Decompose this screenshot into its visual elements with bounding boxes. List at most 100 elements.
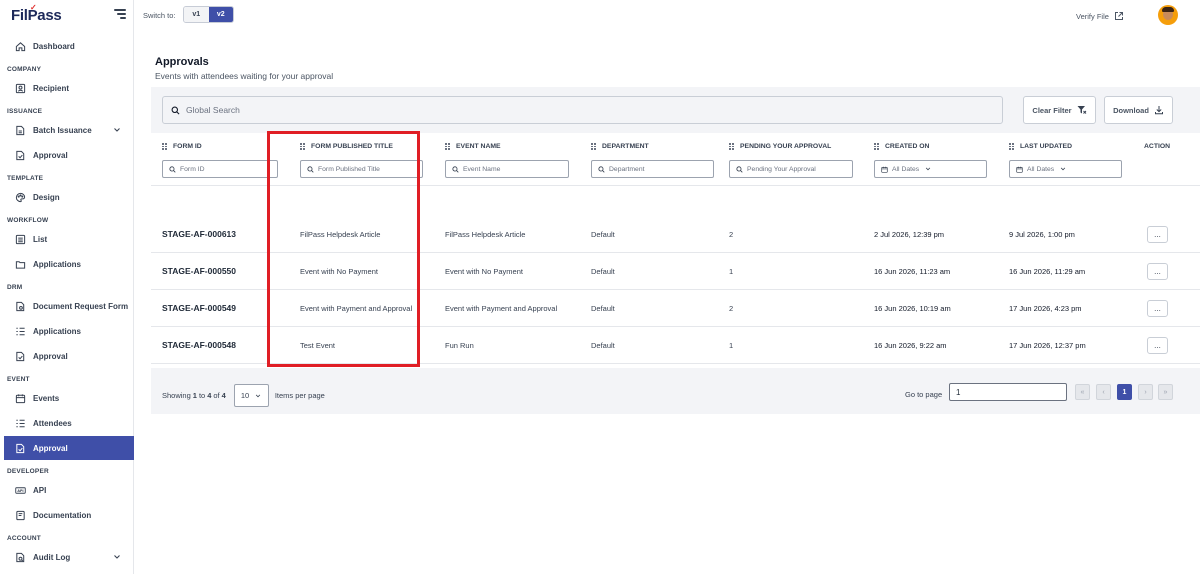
form-title-cell: Event with No Payment	[300, 267, 378, 276]
column-header-action: ACTION	[1144, 143, 1171, 150]
sidebar-item-label: Approval	[33, 150, 68, 160]
approvals-table: FORM ID FORM PUBLISHED TITLE EVENT NAME …	[151, 133, 1200, 368]
department-cell: Default	[591, 230, 615, 239]
topbar: Switch to: v1 v2 Verify File	[134, 0, 1200, 32]
version-v1-button[interactable]: v1	[184, 7, 209, 22]
sidebar-item-label: Applications	[33, 326, 82, 336]
user-avatar[interactable]	[1158, 5, 1178, 25]
chevron-down-icon[interactable]	[113, 553, 121, 561]
column-header-created-on[interactable]: CREATED ON	[874, 143, 929, 150]
chevron-down-icon	[1061, 167, 1066, 171]
pending-count-cell: 1	[729, 341, 734, 350]
items-per-page-label: Items per page	[274, 391, 325, 400]
audit-log-icon	[15, 552, 26, 563]
column-header-last-updated[interactable]: LAST UPDATED	[1009, 143, 1072, 150]
list-icon	[15, 234, 26, 245]
filter-event-name[interactable]: Event Name	[445, 160, 569, 178]
sidebar-item-api[interactable]: API API	[4, 478, 134, 502]
row-actions-button[interactable]: ...	[1147, 337, 1168, 354]
filter-last-updated-dates[interactable]: All Dates	[1009, 160, 1122, 178]
next-page-button[interactable]: ›	[1138, 384, 1153, 400]
verify-file-link[interactable]: Verify File	[1076, 11, 1124, 21]
go-to-page-input[interactable]: 1	[949, 383, 1067, 401]
event-name-cell: Event with Payment and Approval	[445, 304, 558, 313]
sidebar-item-dashboard[interactable]: Dashboard	[4, 34, 134, 58]
sidebar-item-label: Applications	[33, 259, 82, 269]
first-page-button[interactable]: «	[1075, 384, 1090, 400]
sidebar-item-events[interactable]: Events	[4, 386, 134, 410]
filter-created-on-dates[interactable]: All Dates	[874, 160, 987, 178]
sidebar-item-event-approval[interactable]: Approval	[4, 436, 134, 460]
pagination-summary: Showing 1 to 4 of 4 10 Items per page	[162, 384, 325, 407]
sidebar-item-workflow-applications[interactable]: Applications	[4, 252, 134, 276]
drag-handle-icon[interactable]	[445, 143, 450, 150]
search-icon	[169, 165, 176, 173]
form-title-cell: Test Event	[300, 341, 336, 350]
row-actions-button[interactable]: ...	[1147, 300, 1168, 317]
sidebar-item-label: Events	[33, 393, 60, 403]
column-header-pending-approval[interactable]: PENDING YOUR APPROVAL	[729, 143, 831, 150]
sidebar-item-label: Attendees	[33, 418, 72, 428]
filter-form-id[interactable]: Form ID	[162, 160, 278, 178]
checklist-icon	[15, 326, 26, 337]
last-page-button[interactable]: »	[1158, 384, 1173, 400]
logo-check-mark: ✓	[30, 3, 37, 12]
column-header-form-id[interactable]: FORM ID	[162, 143, 202, 150]
sidebar-item-batch-issuance[interactable]: Batch Issuance	[4, 118, 134, 142]
global-search-input[interactable]	[186, 105, 786, 115]
column-header-department[interactable]: DEPARTMENT	[591, 143, 649, 150]
filter-pending-approval[interactable]: Pending Your Approval	[729, 160, 853, 178]
pending-count-cell: 1	[729, 267, 734, 276]
sidebar-section-event: EVENT	[7, 376, 30, 383]
created-on-cell: 16 Jun 2026, 11:23 am	[874, 267, 951, 276]
sidebar-section-company: COMPANY	[7, 66, 42, 73]
approval-document-icon	[15, 150, 26, 161]
drag-handle-icon[interactable]	[300, 143, 305, 150]
items-per-page-select[interactable]: 10	[233, 384, 269, 407]
last-updated-cell: 16 Jun 2026, 11:29 am	[1009, 267, 1086, 276]
created-on-cell: 2 Jul 2026, 12:39 pm	[874, 230, 945, 239]
drag-handle-icon[interactable]	[162, 143, 167, 150]
clear-filter-button[interactable]: Clear Filter	[1023, 96, 1096, 124]
version-v2-button[interactable]: v2	[208, 7, 233, 22]
sidebar-item-drm-approval[interactable]: Approval	[4, 344, 134, 368]
row-actions-button[interactable]: ...	[1147, 226, 1168, 243]
user-box-icon	[15, 83, 26, 94]
column-header-form-published-title[interactable]: FORM PUBLISHED TITLE	[300, 143, 393, 150]
department-cell: Default	[591, 304, 615, 313]
filter-form-published-title[interactable]: Form Published Title	[300, 160, 423, 178]
sidebar-item-recipient[interactable]: Recipient	[4, 76, 134, 100]
go-to-page-label: Go to page	[905, 390, 943, 399]
drag-handle-icon[interactable]	[729, 143, 734, 150]
chevron-down-icon[interactable]	[113, 126, 121, 134]
showing-to-word: to	[198, 391, 206, 400]
filter-department[interactable]: Department	[591, 160, 714, 178]
row-actions-button[interactable]: ...	[1147, 263, 1168, 280]
menu-collapse-icon[interactable]	[114, 9, 126, 19]
sidebar-item-attendees[interactable]: Attendees	[4, 411, 134, 435]
current-page-button[interactable]: 1	[1117, 384, 1132, 400]
filpass-logo[interactable]: FilPass ✓	[11, 3, 62, 24]
column-header-event-name[interactable]: EVENT NAME	[445, 143, 501, 150]
created-on-cell: 16 Jun 2026, 9:22 am	[874, 341, 947, 350]
sidebar-item-documentation[interactable]: Documentation	[4, 503, 134, 527]
sidebar-item-document-request-form[interactable]: Document Request Form	[4, 294, 134, 318]
sidebar-item-workflow-list[interactable]: List	[4, 227, 134, 251]
previous-page-button[interactable]: ‹	[1096, 384, 1111, 400]
sidebar-item-drm-applications[interactable]: Applications	[4, 319, 134, 343]
sidebar-item-design[interactable]: Design	[4, 185, 134, 209]
showing-of-word: of	[213, 391, 220, 400]
sidebar-item-label: Audit Log	[33, 552, 71, 562]
download-icon	[1154, 106, 1163, 115]
form-id-cell: STAGE-AF-000549	[162, 303, 237, 313]
drag-handle-icon[interactable]	[591, 143, 596, 150]
clear-filter-label: Clear Filter	[1032, 105, 1072, 115]
sidebar-item-issuance-approval[interactable]: Approval	[4, 143, 134, 167]
showing-label: Showing	[162, 391, 191, 400]
download-button[interactable]: Download	[1104, 96, 1173, 124]
drag-handle-icon[interactable]	[874, 143, 879, 150]
global-search-box[interactable]	[162, 96, 1003, 124]
sidebar-item-label: Documentation	[33, 510, 92, 520]
drag-handle-icon[interactable]	[1009, 143, 1014, 150]
sidebar-item-audit-log[interactable]: Audit Log	[4, 545, 134, 569]
